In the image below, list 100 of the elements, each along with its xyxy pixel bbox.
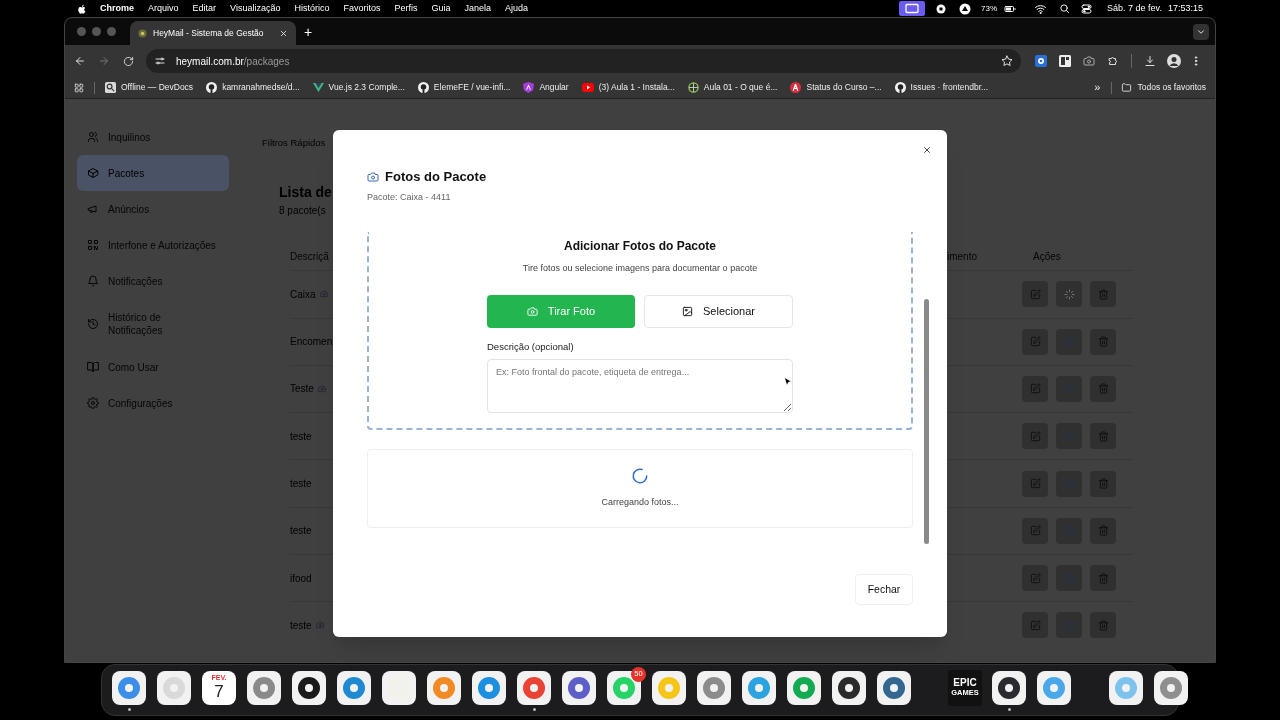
tab-search-button[interactable] (1193, 23, 1209, 40)
description-cell-text: teste (290, 477, 312, 492)
bookmark[interactable]: kamranahmedse/d... (206, 81, 300, 94)
browser-tab[interactable]: HeyMail - Sistema de Gestão (130, 21, 296, 45)
menu-clock-time[interactable]: 17:53:15 (1167, 1, 1203, 16)
all-bookmarks-folder[interactable]: Todos os favoritos (1121, 81, 1206, 94)
description-cell-text: Caixa (290, 287, 316, 302)
edit-icon (1029, 525, 1041, 537)
camera-icon[interactable] (1083, 55, 1095, 67)
new-tab-button[interactable]: + (304, 24, 313, 39)
app-icon[interactable] (1108, 669, 1144, 706)
menu-item[interactable]: Guia (431, 1, 451, 16)
app-icon[interactable] (381, 669, 417, 706)
search-icon (105, 82, 116, 93)
menu-item[interactable]: Janela (464, 1, 491, 16)
app-icon[interactable] (336, 669, 372, 706)
record-icon[interactable] (935, 2, 948, 15)
edit-icon (1029, 383, 1041, 395)
app-icon[interactable] (156, 669, 192, 706)
description-cell-text: teste (290, 618, 312, 633)
menu-item[interactable]: Editar (192, 1, 217, 16)
back-icon[interactable] (74, 55, 86, 67)
scrollbar-thumb[interactable] (924, 299, 929, 544)
menu-item[interactable]: Chrome (100, 1, 134, 16)
menu-item[interactable]: Visualização (230, 1, 281, 16)
close-icon[interactable] (279, 28, 288, 38)
url-text: heymail.com.br/packages (176, 54, 290, 69)
shield-icon (523, 82, 535, 93)
menu-item[interactable]: Histórico (294, 1, 330, 16)
app-icon[interactable] (561, 669, 597, 706)
search-icon[interactable] (1059, 3, 1071, 14)
bookmark[interactable]: Issues · frontendbr... (894, 81, 989, 94)
app-icon[interactable] (786, 669, 822, 706)
close-button[interactable] (921, 144, 933, 156)
menu-clock-date[interactable]: Sáb. 7 de fev. (1107, 1, 1162, 16)
app-icon[interactable] (111, 669, 147, 706)
camera-icon (526, 305, 538, 317)
extension-icon[interactable] (1059, 55, 1071, 67)
edit-icon (1029, 430, 1041, 442)
address-bar[interactable]: heymail.com.br/packages (146, 49, 1021, 73)
edit-icon (1029, 288, 1041, 300)
bookmark[interactable]: Vue.js 2.3 Comple... (312, 81, 405, 94)
round-logo-icon (790, 82, 802, 93)
users-icon (87, 131, 99, 143)
app-icon[interactable] (516, 669, 552, 706)
app-icon[interactable] (991, 669, 1027, 706)
app-icon[interactable] (696, 669, 732, 706)
edit-icon (1029, 478, 1041, 490)
app-icon[interactable] (741, 669, 777, 706)
app-icon[interactable] (291, 669, 327, 706)
bookmark[interactable]: (3) Aula 1 - Instala... (581, 81, 675, 94)
app-icon[interactable] (606, 669, 642, 706)
app-icon[interactable] (1036, 669, 1072, 706)
book-icon (87, 361, 99, 373)
bookmark[interactable]: Angular (523, 81, 569, 94)
battery-percent: 73% (981, 2, 998, 15)
trash-icon (1097, 478, 1109, 490)
control-center-icon[interactable] (1080, 2, 1094, 15)
settings-icon (87, 397, 99, 409)
apps-grid-icon[interactable] (74, 82, 84, 93)
description-field[interactable]: Ex: Foto frontal do pacote, etiqueta de entrega... (487, 358, 793, 413)
bookmark[interactable]: Status do Curso –... (790, 81, 882, 94)
gear-extension-icon[interactable] (1035, 55, 1047, 67)
globe-icon (687, 82, 699, 93)
menu-item[interactable]: Ajuda (505, 1, 529, 16)
close-dialog-button[interactable]: Fechar (855, 574, 913, 605)
apple-icon[interactable] (77, 2, 88, 15)
bookmark[interactable]: Aula 01 - O que é... (687, 81, 778, 94)
trash-icon (1097, 619, 1109, 631)
menu-item[interactable]: Arquivo (148, 1, 179, 16)
wifi-icon[interactable] (1034, 2, 1048, 15)
trash-icon (1097, 572, 1109, 584)
menu-item[interactable]: Perfis (394, 1, 418, 16)
app-icon[interactable] (831, 669, 867, 706)
loading-spinner-icon (631, 467, 649, 485)
bookmark-star-icon[interactable] (1001, 55, 1013, 67)
app-icon[interactable] (426, 669, 462, 706)
loading-icon (1063, 288, 1075, 300)
dialog-title: Fotos do Pacote (385, 168, 487, 186)
app-icon[interactable] (651, 669, 687, 706)
reload-icon[interactable] (123, 55, 134, 67)
extensions-icon[interactable] (1107, 55, 1119, 67)
screen-share-icon[interactable] (899, 1, 926, 16)
site-settings-icon[interactable] (154, 55, 166, 67)
play-icon (581, 83, 594, 92)
box-icon (87, 167, 99, 179)
app-icon[interactable] (1153, 669, 1189, 706)
avatar-icon[interactable] (1167, 54, 1181, 68)
more-bookmarks-button[interactable]: » (1094, 82, 1101, 93)
menu-item[interactable]: Favoritos (343, 1, 381, 16)
select-button[interactable]: Selecionar (644, 294, 793, 328)
column-header: Ações (1033, 249, 1062, 264)
bookmark[interactable]: ElemeFE / vue-infi... (417, 81, 511, 94)
app-icon[interactable] (471, 669, 507, 706)
app-icon[interactable] (876, 669, 912, 706)
download-icon[interactable] (1144, 55, 1156, 67)
app-icon[interactable] (246, 669, 282, 706)
upload-hint: Tire fotos ou selecione imagens para documentar o pacote (522, 262, 758, 275)
bookmark[interactable]: Offline — DevDocs (105, 81, 194, 94)
trash-icon (1097, 288, 1109, 300)
